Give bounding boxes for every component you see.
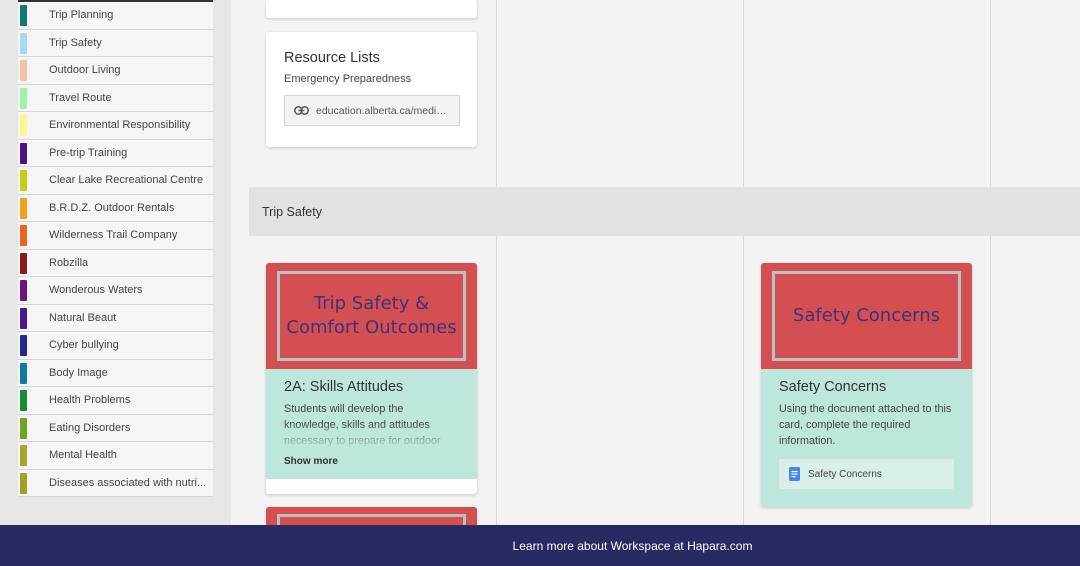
sidebar-tag-item[interactable]: Outdoor Living xyxy=(18,57,213,85)
tag-color-swatch xyxy=(20,5,27,26)
card-partial[interactable] xyxy=(266,0,477,18)
tag-color-swatch xyxy=(20,87,27,109)
tag-label: Wilderness Trail Company xyxy=(49,229,178,242)
tag-label: Robzilla xyxy=(49,256,89,269)
card-title: 2A: Skills Attitudes xyxy=(284,379,404,395)
card-image: Trip Safety & Comfort Outcomes xyxy=(266,263,477,369)
sidebar-tag-item[interactable]: Trip Safety xyxy=(18,29,213,57)
sidebar-tag-item[interactable]: Cyber bullying xyxy=(18,332,213,360)
tag-label: Clear Lake Recreational Centre xyxy=(49,174,204,187)
resource-card[interactable]: Resource Lists Emergency Preparedness ed… xyxy=(266,32,477,147)
tag-color-swatch xyxy=(20,170,27,191)
tag-label: Travel Route xyxy=(49,91,112,104)
sidebar-tag-item[interactable]: Eating Disorders xyxy=(18,414,213,442)
tag-color-swatch xyxy=(20,362,27,384)
sidebar-tag-item[interactable]: Wilderness Trail Company xyxy=(18,222,213,250)
tag-label: Eating Disorders xyxy=(49,421,131,434)
card-description: Students will develop the knowledge, ski… xyxy=(284,401,459,451)
tag-color-swatch xyxy=(20,60,27,81)
sidebar-tag-item[interactable]: Travel Route xyxy=(18,84,213,112)
tag-color-swatch xyxy=(20,280,27,301)
column-divider xyxy=(990,236,991,525)
column-divider xyxy=(496,236,497,525)
google-doc-icon xyxy=(789,467,800,481)
skills-card[interactable]: Trip Safety & Comfort Outcomes 2A: Skill… xyxy=(266,263,477,494)
tag-label: Mental Health xyxy=(49,449,117,462)
tag-color-swatch xyxy=(20,225,27,246)
link-icon xyxy=(294,106,309,115)
sidebar-tag-item[interactable]: Body Image xyxy=(18,359,213,387)
card-image-text: Trip Safety & Comfort Outcomes xyxy=(286,292,457,338)
tag-color-swatch xyxy=(20,252,27,274)
tag-label: Environmental Responsibility xyxy=(49,119,191,132)
column-divider xyxy=(990,0,991,187)
sidebar-tag-item[interactable]: B.R.D.Z. Outdoor Rentals xyxy=(18,194,213,222)
sidebar-tag-item[interactable]: Robzilla xyxy=(18,249,213,277)
sidebar-tag-item[interactable]: Wonderous Waters xyxy=(18,277,213,305)
column-divider xyxy=(496,0,497,187)
tag-list: Trip Planning Trip Safety Outdoor Living Tr… xyxy=(18,0,213,497)
sidebar-tag-item[interactable]: Pre-trip Training xyxy=(18,139,213,167)
card-body: Safety Concerns Using the document attac… xyxy=(761,369,972,507)
card-description: Using the document attached to this card… xyxy=(779,403,952,447)
sidebar-tag-item[interactable]: Environmental Responsibility xyxy=(18,112,213,140)
row-header[interactable]: Trip Safety xyxy=(249,187,1080,236)
sidebar-tag-item[interactable]: Mental Health xyxy=(18,442,213,470)
tag-color-swatch xyxy=(20,390,27,411)
tag-label: Trip Safety xyxy=(49,36,102,49)
tag-color-swatch xyxy=(20,142,27,164)
tag-label: Body Image xyxy=(49,366,108,379)
card-body: 2A: Skills Attitudes Students will devel… xyxy=(266,369,477,479)
column-divider xyxy=(743,0,744,187)
tag-label: Natural Beaut xyxy=(49,311,117,324)
tag-label: Wonderous Waters xyxy=(49,284,143,297)
sidebar-tag-item[interactable]: Trip Planning xyxy=(18,2,213,30)
tag-color-swatch xyxy=(20,417,27,439)
tag-label: Outdoor Living xyxy=(49,64,121,77)
sidebar-tag-item[interactable]: Clear Lake Recreational Centre xyxy=(18,167,213,195)
card-image: Safety Concerns xyxy=(761,263,972,369)
link-url: education.alberta.ca/media... xyxy=(316,104,450,117)
footer-text[interactable]: Learn more about Workspace at Hapara.com xyxy=(513,539,753,553)
tag-color-swatch xyxy=(20,335,27,356)
show-more-button[interactable]: Show more xyxy=(284,456,459,467)
column-divider xyxy=(743,236,744,525)
tag-color-swatch xyxy=(20,307,27,329)
safety-concerns-card[interactable]: Safety Concerns Safety Concerns Using th… xyxy=(761,263,972,507)
tag-label: Pre-trip Training xyxy=(49,146,128,159)
doc-label: Safety Concerns xyxy=(808,468,882,480)
link-attachment[interactable]: education.alberta.ca/media... xyxy=(284,95,460,126)
sidebar-tag-item[interactable]: Health Problems xyxy=(18,387,213,415)
tag-color-swatch xyxy=(20,445,27,466)
card-title: Resource Lists xyxy=(284,50,380,66)
footer-banner[interactable]: Learn more about Workspace at Hapara.com xyxy=(0,525,1080,566)
tag-color-swatch xyxy=(20,472,27,494)
tag-label: Health Problems xyxy=(49,394,131,407)
tag-label: Trip Planning xyxy=(49,9,114,22)
doc-attachment[interactable]: Safety Concerns xyxy=(779,459,954,489)
card-title: Safety Concerns xyxy=(779,379,887,395)
tag-label: Cyber bullying xyxy=(49,339,119,352)
card-subtitle: Emergency Preparedness xyxy=(284,73,412,85)
sidebar: Trip Planning Trip Safety Outdoor Living Tr… xyxy=(0,0,231,525)
card-image-text: Safety Concerns xyxy=(792,304,941,326)
sidebar-tag-item[interactable]: Natural Beaut xyxy=(18,304,213,332)
tag-color-swatch xyxy=(20,115,27,136)
sidebar-tag-item[interactable]: Diseases associated with nutri... xyxy=(18,469,213,497)
tag-color-swatch xyxy=(20,32,27,54)
tag-label: B.R.D.Z. Outdoor Rentals xyxy=(49,201,175,214)
tag-label: Diseases associated with nutri... xyxy=(49,476,207,489)
tag-color-swatch xyxy=(20,197,27,219)
